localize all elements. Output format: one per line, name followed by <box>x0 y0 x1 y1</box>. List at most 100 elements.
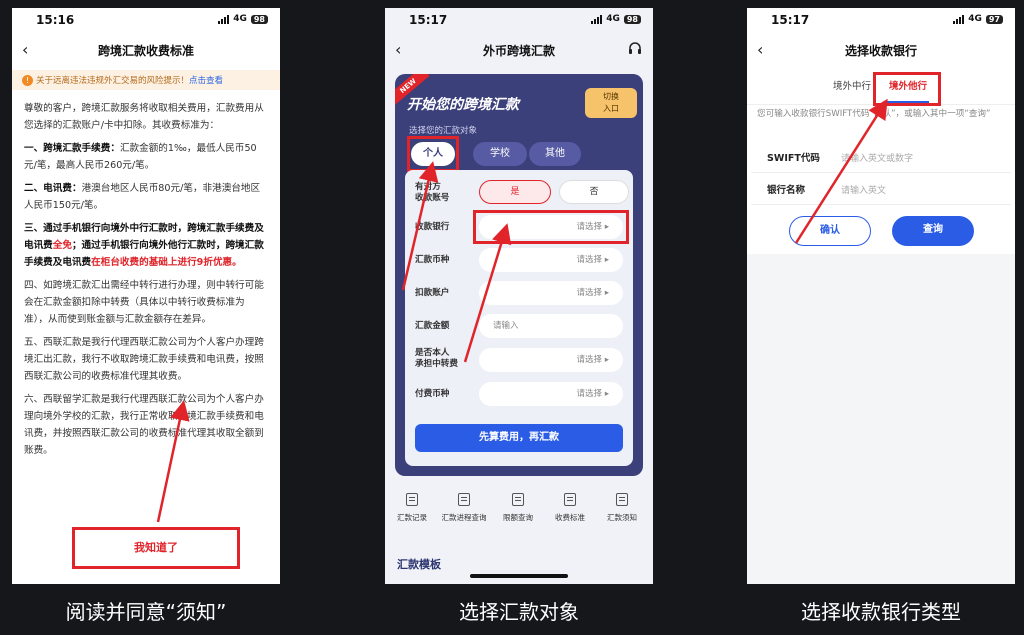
highlight-tab <box>873 72 941 106</box>
nav-bar: ‹ 选择收款银行 <box>747 36 1015 62</box>
fee-paragraph-transit: 四、如跨境汇款汇出需经中转行进行办理，则中转行可能会在汇款金额扣除中转费（具体以… <box>24 280 264 325</box>
home-indicator <box>470 574 568 578</box>
fee-heading: 二、电讯费： <box>24 183 82 194</box>
status-time: 15:16 <box>36 13 75 27</box>
target-label: 选择您的汇款对象 <box>409 126 478 136</box>
template-section-title: 汇款模板 <box>397 558 441 571</box>
label-line: 有对方 <box>415 182 441 192</box>
fee-currency-select[interactable]: 请选择 ▸ <box>479 382 623 406</box>
amount-label: 汇款金额 <box>415 321 450 331</box>
caption-step-1: 阅读并同意“须知” <box>65 600 227 624</box>
status-time: 15:17 <box>771 13 810 27</box>
label-line: 收款账号 <box>415 193 450 203</box>
fee-paragraph-telecom: 二、电讯费：港澳台地区人民币80元/笔，非港澳台地区人民币150元/笔。 <box>24 180 268 214</box>
headset-icon[interactable] <box>627 41 643 57</box>
bank-name-field[interactable]: 银行名称 请输入英文 <box>751 174 1011 205</box>
calculate-fee-button[interactable]: 先算费用，再汇款 <box>415 424 623 452</box>
tool-label: 汇款须知 <box>607 513 637 522</box>
network-label: 4G <box>233 14 247 24</box>
tool-label: 限额查询 <box>503 513 533 522</box>
acknowledge-button[interactable]: 我知道了 <box>72 527 240 569</box>
currency-label: 汇款币种 <box>415 255 450 265</box>
status-meta: 4G 98 <box>218 14 268 24</box>
swift-code-label: SWIFT代码 <box>767 153 820 164</box>
fee-paragraph-study: 六、西联留学汇款是我行代理西联汇款公司为个人客户办理向境外学校的汇款，我行正常收… <box>24 394 264 456</box>
query-button[interactable]: 查询 <box>892 216 974 246</box>
signal-icon <box>953 14 965 24</box>
fee-paragraph-western-union: 五、西联汇款是我行代理西联汇款公司为个人客户办理跨境汇出汇款，我行不收取跨境汇款… <box>24 337 264 382</box>
tool-label: 收费标准 <box>555 513 585 522</box>
status-bar: 15:16 4G 98 <box>12 8 280 34</box>
tool-limit[interactable]: 限额查询 <box>491 493 545 523</box>
tool-bar: 汇款记录 汇款进程查询 限额查询 收费标准 汇款须知 <box>385 493 653 533</box>
battery-icon: 98 <box>250 14 268 24</box>
target-school-tab[interactable]: 学校 <box>473 142 527 166</box>
remittance-form: 有对方 收款账号 是 否 收款银行 请选择 ▸ 汇款币种 请选择 ▸ 扣款账户 … <box>405 170 633 466</box>
switch-label: 切换 <box>603 92 619 101</box>
warning-icon: ! <box>22 75 33 86</box>
swift-code-field[interactable]: SWIFT代码 请输入英文或数字 <box>751 142 1011 173</box>
card-headline: 开始您的跨境汇款 <box>407 97 519 113</box>
label-line: 承担中转费 <box>415 359 458 369</box>
battery-icon: 98 <box>623 14 641 24</box>
record-icon <box>406 493 418 506</box>
limit-icon <box>512 493 524 506</box>
bank-name-label: 银行名称 <box>767 185 806 196</box>
search-hint: 您可输入收款银行SWIFT代码“确认”，或输入其中一项“查询” <box>757 109 991 119</box>
page-title: 跨境汇款收费标准 <box>97 44 194 58</box>
fee-notice-body: 尊敬的客户，跨境汇款服务将收取相关费用，汇款费用从您选择的汇款账户/卡中扣除。其… <box>24 100 268 465</box>
swift-code-input[interactable]: 请输入英文或数字 <box>841 151 913 164</box>
amount-input[interactable]: 请输入 <box>479 314 623 338</box>
network-label: 4G <box>968 14 982 24</box>
no-option[interactable]: 否 <box>559 180 629 204</box>
debit-account-select[interactable]: 请选择 ▸ <box>479 281 623 305</box>
transit-fee-select[interactable]: 请选择 ▸ <box>479 348 623 372</box>
risk-warning-banner[interactable]: ! 关于远离违法违规外汇交易的风险提示！点击查看 <box>12 70 280 90</box>
confirm-button[interactable]: 确认 <box>789 216 871 246</box>
tool-progress[interactable]: 汇款进程查询 <box>437 493 491 523</box>
warning-text: 关于远离违法违规外汇交易的风险提示！ <box>36 76 190 86</box>
status-bar: 15:17 4G 97 <box>747 8 1015 34</box>
network-label: 4G <box>606 14 620 24</box>
status-meta: 4G 98 <box>591 14 641 24</box>
bank-name-input[interactable]: 请输入英文 <box>841 183 886 196</box>
battery-icon: 97 <box>985 14 1003 24</box>
target-other-tab[interactable]: 其他 <box>529 142 581 166</box>
fee-heading: 一、跨境汇款手续费： <box>24 143 120 154</box>
fee-paragraph-discount: 三、通过手机银行向境外中行汇款时，跨境汇款手续费及电讯费全免；通过手机银行向境外… <box>24 220 268 271</box>
phone-select-bank: 15:17 4G 97 ‹ 选择收款银行 境外中行 境外他行 您可输入收款银行S… <box>747 8 1015 584</box>
caption-step-2: 选择汇款对象 <box>459 600 579 624</box>
bank-label: 收款银行 <box>415 222 450 232</box>
switch-entry-button[interactable]: 切换 入口 <box>585 88 637 118</box>
status-time: 15:17 <box>409 13 448 27</box>
tool-label: 汇款进程查询 <box>441 513 487 522</box>
yes-option[interactable]: 是 <box>479 180 551 204</box>
signal-icon <box>591 14 603 24</box>
switch-label: 入口 <box>603 104 619 113</box>
remittance-card: NEW 开始您的跨境汇款 切换 入口 选择您的汇款对象 个人 学校 其他 有对方… <box>395 74 643 476</box>
has-account-label: 有对方 收款账号 <box>415 182 449 204</box>
page-title: 外币跨境汇款 <box>482 44 555 58</box>
transit-fee-label: 是否本人 承担中转费 <box>415 348 458 370</box>
fee-paragraph-intro: 尊敬的客户，跨境汇款服务将收取相关费用，汇款费用从您选择的汇款账户/卡中扣除。其… <box>24 103 264 131</box>
page-title: 选择收款银行 <box>844 44 917 58</box>
tab-boc-overseas[interactable]: 境外中行 <box>833 78 871 92</box>
status-bar: 15:17 4G 98 <box>385 8 653 34</box>
currency-select[interactable]: 请选择 ▸ <box>479 248 623 272</box>
label-line: 是否本人 <box>415 348 450 358</box>
tool-records[interactable]: 汇款记录 <box>385 493 439 523</box>
progress-icon <box>458 493 470 506</box>
warning-link[interactable]: 点击查看 <box>189 76 223 86</box>
tool-notice[interactable]: 汇款须知 <box>595 493 649 523</box>
fee-highlight: 全免 <box>52 240 72 251</box>
caption-step-3: 选择收款银行类型 <box>801 600 961 624</box>
fee-paragraph-handling: 一、跨境汇款手续费：汇款金额的1‰，最低人民币50元/笔，最高人民币260元/笔… <box>24 140 268 174</box>
signal-icon <box>218 14 230 24</box>
fee-icon <box>564 493 576 506</box>
highlight-bank <box>473 210 629 244</box>
tool-fee-standard[interactable]: 收费标准 <box>543 493 597 523</box>
fee-currency-label: 付费币种 <box>415 389 450 399</box>
highlight-person <box>407 136 459 172</box>
status-meta: 4G 97 <box>953 14 1003 24</box>
fee-highlight: 在柜台收费的基础上进行9折优惠。 <box>91 257 242 268</box>
